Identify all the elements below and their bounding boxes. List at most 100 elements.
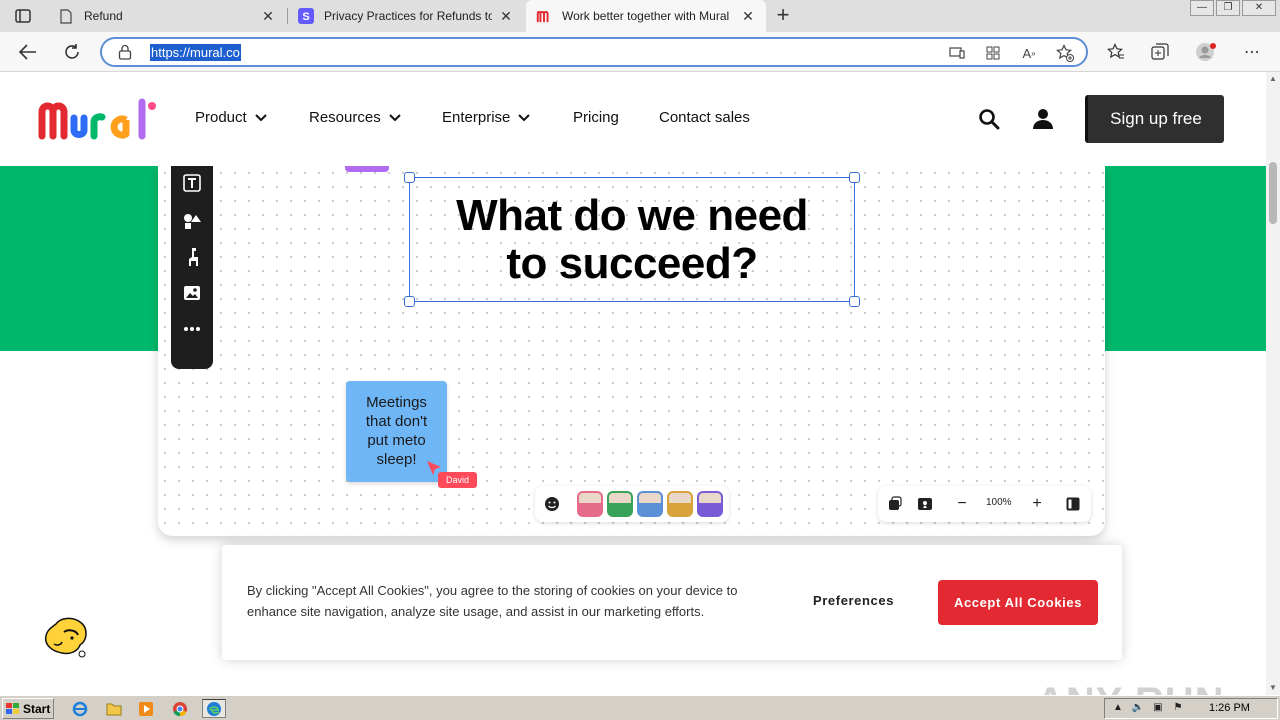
sticky-line: put meto bbox=[367, 432, 426, 449]
media-player-icon[interactable] bbox=[134, 699, 158, 718]
sticky-line: that don't bbox=[365, 413, 428, 430]
collaborator-avatar bbox=[607, 491, 633, 517]
llama-tool-icon bbox=[181, 246, 203, 268]
board-toolbar bbox=[171, 156, 213, 369]
zoom-out-icon: − bbox=[957, 495, 967, 512]
mural-board-preview: What do we need to succeed? Meetings tha… bbox=[158, 156, 1105, 536]
board-question: What do we need to succeed? bbox=[410, 192, 854, 288]
edge-icon[interactable] bbox=[202, 699, 226, 718]
cookie-consent-banner: By clicking "Accept All Cookies", you ag… bbox=[222, 545, 1122, 660]
browser-tab-strip: Refund ✕ S Privacy Practices for Refunds… bbox=[0, 0, 1280, 32]
nav-resources[interactable]: Resources bbox=[309, 109, 401, 126]
collaborator-avatar bbox=[637, 491, 663, 517]
tab-title: Work better together with Mural bbox=[562, 9, 730, 23]
resize-handle bbox=[849, 296, 860, 307]
profile-avatar[interactable] bbox=[1194, 40, 1218, 64]
window-controls: — ❐ ✕ bbox=[1190, 0, 1276, 18]
clock: 1:26 PM bbox=[1209, 702, 1250, 714]
sticky-line: Meetings bbox=[366, 394, 427, 411]
start-label: Start bbox=[23, 701, 51, 716]
favorites-icon[interactable] bbox=[1104, 40, 1128, 64]
tab-close-icon[interactable]: ✕ bbox=[260, 8, 276, 24]
cookie-preferences-button[interactable]: Preferences bbox=[813, 593, 894, 608]
nav-enterprise[interactable]: Enterprise bbox=[442, 109, 531, 126]
sign-up-button[interactable]: Sign up free bbox=[1085, 95, 1224, 143]
emoji-reaction-icon bbox=[543, 495, 561, 513]
nav-label: Enterprise bbox=[442, 109, 511, 126]
nav-label: Pricing bbox=[573, 109, 619, 126]
cookie-consent-text: By clicking "Accept All Cookies", you ag… bbox=[247, 583, 738, 619]
tab-actions-icon[interactable] bbox=[10, 6, 36, 26]
more-tools-icon bbox=[181, 318, 203, 340]
resize-handle bbox=[404, 296, 415, 307]
read-aloud-icon[interactable]: A» bbox=[1020, 44, 1038, 62]
accept-all-cookies-button[interactable]: Accept All Cookies bbox=[938, 580, 1098, 625]
site-header: Product Resources Enterprise Pricing Con… bbox=[0, 72, 1266, 166]
tab-title: Privacy Practices for Refunds to E bbox=[324, 9, 492, 23]
back-arrow-icon[interactable] bbox=[16, 40, 40, 64]
scroll-up-icon[interactable]: ▲ bbox=[1266, 72, 1280, 86]
zoom-controls: − 100% + bbox=[878, 486, 1091, 522]
nav-contact-sales[interactable]: Contact sales bbox=[659, 109, 750, 126]
web-page: What do we need to succeed? Meetings tha… bbox=[0, 72, 1266, 695]
favorite-add-icon[interactable] bbox=[1056, 44, 1074, 62]
folder-icon[interactable] bbox=[102, 699, 126, 718]
windows-taskbar: Start ▲ 🔈 ▣ ⚑ 1:26 PM bbox=[0, 695, 1280, 720]
s-logo-icon: S bbox=[298, 8, 314, 24]
tab-close-icon[interactable]: ✕ bbox=[498, 8, 514, 24]
question-line: to succeed? bbox=[506, 239, 758, 288]
image-tool-icon bbox=[181, 282, 203, 304]
scroll-down-icon[interactable]: ▼ bbox=[1266, 681, 1280, 695]
tab-close-icon[interactable]: ✕ bbox=[740, 8, 756, 24]
flag-icon[interactable]: ⚑ bbox=[1171, 702, 1185, 716]
shapes-tool-icon bbox=[181, 210, 203, 232]
chrome-icon[interactable] bbox=[168, 699, 192, 718]
mural-logo[interactable] bbox=[38, 98, 158, 140]
windows-logo-icon bbox=[6, 702, 19, 714]
ie-icon[interactable] bbox=[68, 699, 92, 718]
panel-toggle-icon bbox=[1064, 495, 1082, 513]
account-icon[interactable] bbox=[1032, 108, 1054, 130]
nav-label: Contact sales bbox=[659, 109, 750, 126]
close-window-button[interactable]: ✕ bbox=[1242, 0, 1276, 16]
zoom-in-icon: + bbox=[1032, 495, 1042, 512]
text-tool-icon bbox=[181, 172, 203, 194]
start-button[interactable]: Start bbox=[2, 698, 54, 719]
nav-product[interactable]: Product bbox=[195, 109, 267, 126]
scroll-thumb[interactable] bbox=[1269, 162, 1277, 224]
tab-refund[interactable]: Refund ✕ bbox=[48, 0, 286, 32]
system-tray: ▲ 🔈 ▣ ⚑ 1:26 PM bbox=[1104, 698, 1278, 719]
nav-label: Product bbox=[195, 109, 247, 126]
volume-icon[interactable]: 🔈 bbox=[1131, 702, 1145, 716]
anyrun-watermark: ANY RUN bbox=[1036, 680, 1225, 695]
url-text[interactable]: https://mural.co bbox=[150, 44, 241, 61]
page-scrollbar[interactable]: ▲ ▼ bbox=[1266, 72, 1280, 695]
more-menu-icon[interactable]: ⋯ bbox=[1240, 40, 1264, 64]
apps-grid-icon[interactable] bbox=[984, 44, 1002, 62]
minimize-button[interactable]: — bbox=[1190, 0, 1214, 16]
collections-icon[interactable] bbox=[1148, 40, 1172, 64]
nav-pricing[interactable]: Pricing bbox=[573, 109, 619, 126]
zoom-level: 100% bbox=[986, 497, 1012, 508]
chevron-down-icon bbox=[518, 113, 531, 121]
new-tab-button[interactable]: + bbox=[772, 4, 794, 27]
restore-button[interactable]: ❐ bbox=[1216, 0, 1240, 16]
address-bar[interactable]: https://mural.co A» bbox=[100, 37, 1088, 67]
map-view-icon bbox=[916, 495, 934, 513]
mural-logo-icon bbox=[536, 8, 552, 24]
tray-expand-icon[interactable]: ▲ bbox=[1111, 702, 1125, 716]
svg-text:S: S bbox=[302, 11, 309, 23]
search-icon[interactable] bbox=[978, 108, 1000, 130]
network-icon[interactable]: ▣ bbox=[1151, 702, 1165, 716]
lock-icon[interactable] bbox=[118, 44, 134, 60]
app-available-icon[interactable] bbox=[948, 44, 966, 62]
page-icon bbox=[58, 8, 74, 24]
collaborator-avatar bbox=[577, 491, 603, 517]
refresh-icon[interactable] bbox=[60, 40, 84, 64]
question-line: What do we need bbox=[456, 191, 808, 240]
browser-toolbar: https://mural.co A» ⋯ bbox=[0, 32, 1280, 72]
collaborator-avatar bbox=[697, 491, 723, 517]
resize-handle bbox=[849, 172, 860, 183]
tab-privacy-practices[interactable]: S Privacy Practices for Refunds to E ✕ bbox=[288, 0, 524, 32]
tab-mural[interactable]: Work better together with Mural ✕ bbox=[526, 0, 766, 32]
